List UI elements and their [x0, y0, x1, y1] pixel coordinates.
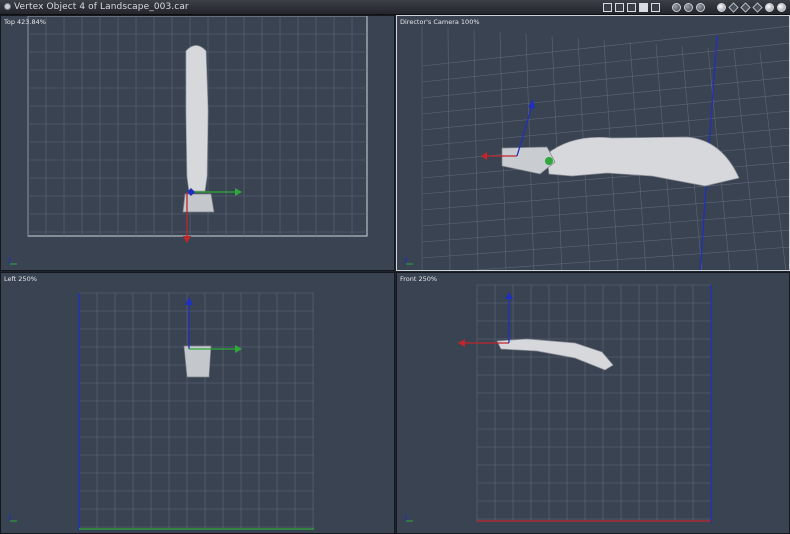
- left-view-grid: [78, 292, 314, 529]
- grid-line: [759, 51, 787, 270]
- gizmo-x-arrow: [458, 339, 465, 347]
- grid-line: [421, 76, 789, 115]
- cube-icon[interactable]: [752, 1, 763, 13]
- front-view-canvas[interactable]: [397, 273, 790, 534]
- gizmo-z-arrow: [185, 297, 193, 305]
- grid-line: [447, 27, 451, 270]
- cube-icon[interactable]: [740, 1, 751, 13]
- layout-single-icon[interactable]: [603, 2, 612, 12]
- grid-line: [421, 59, 789, 99]
- camera-icon[interactable]: [672, 2, 681, 12]
- render-sphere-icon[interactable]: [765, 2, 774, 12]
- viewport-top[interactable]: Top 423.84%: [0, 15, 395, 271]
- arm-mesh: [546, 136, 740, 187]
- viewport-label: Left 250%: [4, 275, 37, 283]
- viewport-label: Director's Camera 100%: [400, 18, 480, 26]
- grid-line: [733, 49, 759, 270]
- gizmo-z-arrow: [528, 99, 535, 109]
- layout-four-icon[interactable]: [639, 2, 648, 12]
- front-view-grid: [476, 284, 712, 521]
- render-sphere-icon[interactable]: [777, 2, 786, 12]
- gizmo-y-arrow: [235, 188, 242, 196]
- grid-line: [472, 246, 789, 270]
- viewport-front[interactable]: Front 250%: [396, 272, 790, 534]
- viewport-toolbar: [603, 1, 786, 13]
- viewport-camera[interactable]: Director's Camera 100%: [396, 15, 790, 271]
- grid-line: [473, 29, 479, 270]
- window-title: Vertex Object 4 of Landscape_003.car: [14, 2, 189, 12]
- left-view-canvas[interactable]: [1, 273, 395, 534]
- hand-mesh: [183, 345, 212, 378]
- cube-icon[interactable]: [728, 1, 739, 13]
- window-menu-icon[interactable]: [4, 3, 11, 10]
- camera-view-canvas[interactable]: [397, 16, 790, 271]
- layout-alt-icon[interactable]: [651, 2, 660, 12]
- title-bar: Vertex Object 4 of Landscape_003.car: [0, 0, 790, 15]
- arm-mesh: [185, 45, 209, 192]
- gizmo-z-arrow: [505, 292, 513, 299]
- viewport-left[interactable]: Left 250%: [0, 272, 395, 534]
- grid-line: [421, 93, 789, 131]
- layout-two-icon[interactable]: [615, 2, 624, 12]
- viewport-label: Top 423.84%: [4, 18, 46, 26]
- arm-mesh: [496, 338, 614, 371]
- grid-line: [421, 178, 789, 211]
- sphere-icon[interactable]: [717, 2, 726, 12]
- hand-icon[interactable]: [684, 2, 693, 12]
- gizmo-y-handle: [545, 157, 553, 165]
- layout-three-icon[interactable]: [627, 2, 636, 12]
- gizmo-x-arrow: [183, 236, 191, 243]
- gizmo-x-arrow: [481, 152, 487, 160]
- shield-icon[interactable]: [696, 2, 705, 12]
- top-view-canvas[interactable]: [1, 16, 395, 271]
- viewport-label: Front 250%: [400, 275, 438, 283]
